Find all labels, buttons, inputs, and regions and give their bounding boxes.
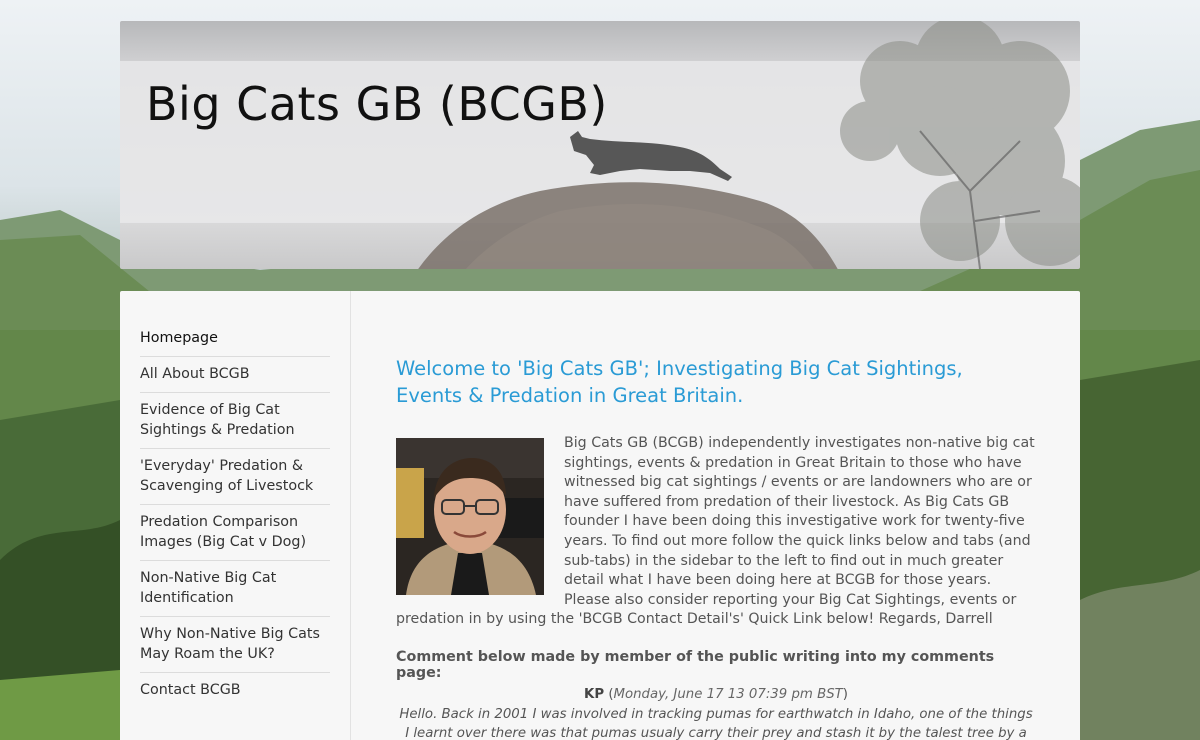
sidebar-item-evidence[interactable]: Evidence of Big Cat Sightings & Predatio… <box>140 393 330 449</box>
page-heading: Welcome to 'Big Cats GB'; Investigating … <box>396 357 963 407</box>
sidebar-item-predation-comparison[interactable]: Predation Comparison Images (Big Cat v D… <box>140 505 330 561</box>
comment-author: KP <box>584 687 605 702</box>
comment-date: Monday, June 17 13 07:39 pm BST <box>613 687 843 702</box>
sidebar-item-homepage[interactable]: Homepage <box>140 321 330 357</box>
site-title[interactable]: Big Cats GB (BCGB) <box>146 77 608 131</box>
rock-illustration <box>418 182 838 269</box>
sidebar-item-why-roam[interactable]: Why Non-Native Big Cats May Roam the UK? <box>140 617 330 673</box>
sidebar-item-identification[interactable]: Non-Native Big Cat Identification <box>140 561 330 617</box>
site-header-banner: Big Cats GB (BCGB) <box>120 21 1080 269</box>
sidebar-item-contact[interactable]: Contact BCGB <box>140 673 330 708</box>
founder-photo <box>396 438 544 595</box>
intro-block: Big Cats GB (BCGB) independently investi… <box>396 434 1036 630</box>
content-panel: Homepage All About BCGB Evidence of Big … <box>120 291 1080 740</box>
comment-meta: KP (Monday, June 17 13 07:39 pm BST) <box>584 687 848 702</box>
nav-list: Homepage All About BCGB Evidence of Big … <box>140 321 330 708</box>
sidebar-nav: Homepage All About BCGB Evidence of Big … <box>120 291 351 740</box>
comment-heading: Comment below made by member of the publ… <box>396 649 995 681</box>
sidebar-item-all-about[interactable]: All About BCGB <box>140 357 330 393</box>
sidebar-item-everyday-predation[interactable]: 'Everyday' Predation & Scavenging of Liv… <box>140 449 330 505</box>
comment-body: Hello. Back in 2001 I was involved in tr… <box>399 707 1033 740</box>
panther-icon <box>570 131 732 181</box>
